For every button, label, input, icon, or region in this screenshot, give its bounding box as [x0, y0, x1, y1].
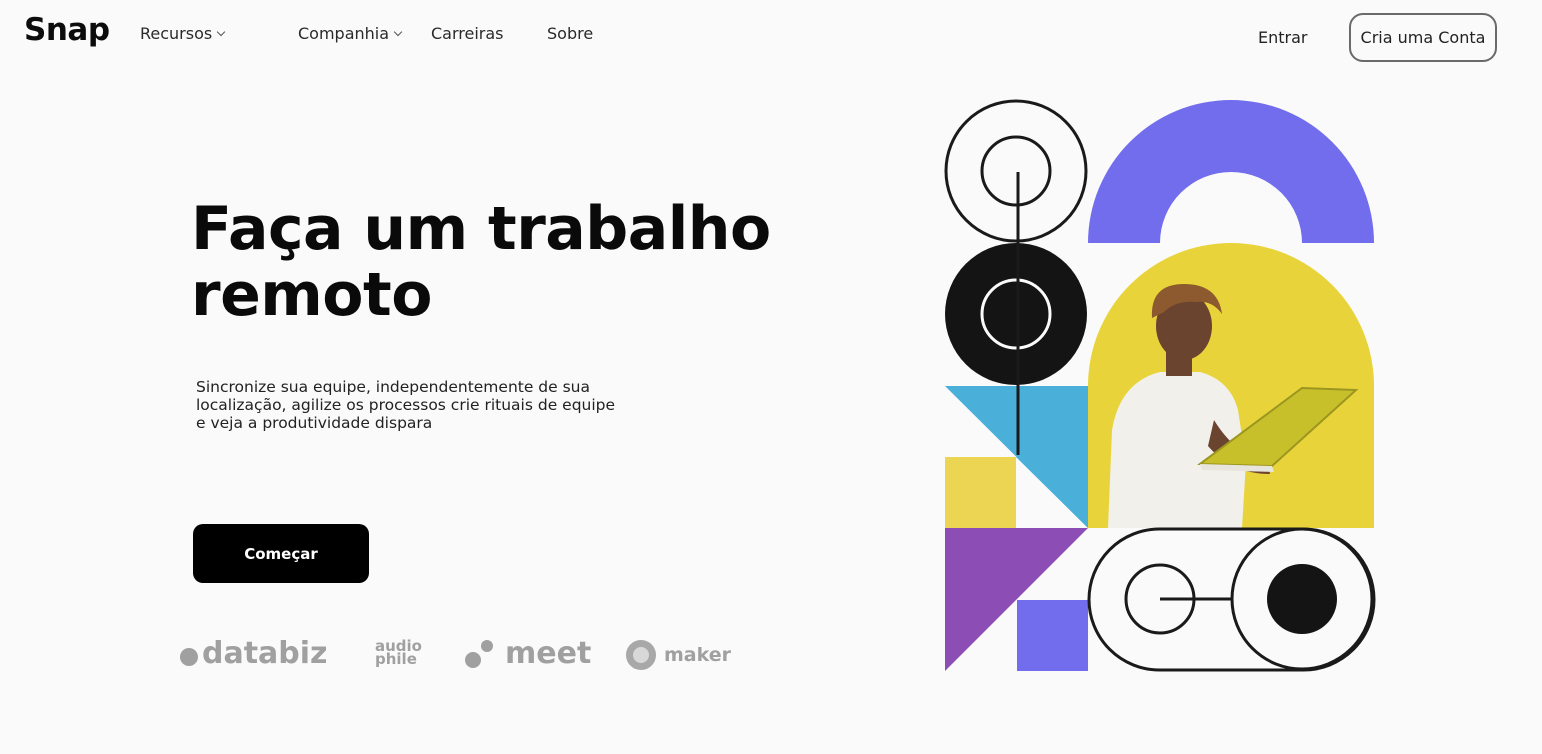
outline-circle-graphic — [944, 99, 1088, 243]
photo-arch-graphic — [1088, 243, 1374, 528]
purple-arch-graphic — [1088, 100, 1374, 243]
periwinkle-square-graphic — [1017, 600, 1088, 671]
pill-graphic — [1087, 527, 1376, 672]
yellow-square-graphic — [945, 457, 1016, 528]
black-disc-graphic — [945, 243, 1087, 385]
hero-illustration — [944, 99, 1376, 672]
